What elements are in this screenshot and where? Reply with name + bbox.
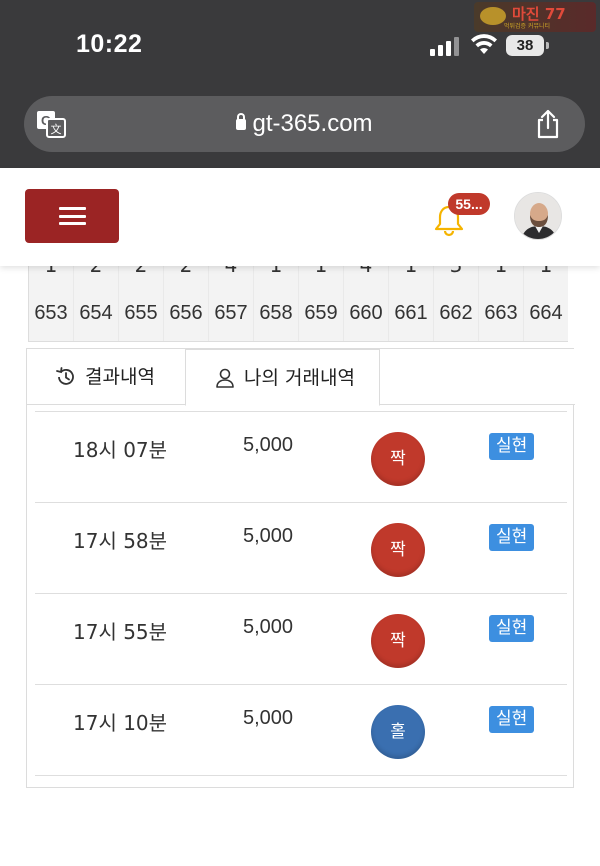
transaction-row: 17시 55분 5,000 짝 실현 — [35, 593, 567, 684]
row-time: 17시 58분 — [73, 529, 168, 553]
transaction-row: 17시 58분 5,000 짝 실현 — [35, 502, 567, 593]
number-column: 1659 — [299, 253, 343, 341]
transaction-row: 17시 10분 5,000 홀 실현 — [35, 684, 567, 775]
lock-icon — [236, 113, 247, 130]
pick-ball: 짝 — [371, 523, 425, 577]
number-column: 1663 — [479, 253, 523, 341]
number-column: 2654 — [74, 253, 118, 341]
tab-my-transactions[interactable]: 나의 거래내역 — [185, 349, 380, 406]
address-bar[interactable]: G 文 gt-365.com — [24, 96, 585, 152]
pick-ball: 홀 — [371, 705, 425, 759]
watermark-logo: 마진 77 먹튀검증 커뮤니티 — [474, 2, 596, 32]
tab-my-transactions-label: 나의 거래내역 — [244, 367, 355, 389]
row-amount: 5,000 — [243, 707, 294, 729]
row-time: 17시 55분 — [73, 620, 168, 644]
user-icon — [216, 368, 234, 388]
battery-indicator: 38 — [506, 35, 549, 56]
history-panel: 결과내역 나의 거래내역 18시 07분 5,000 짝 실현 17시 58분 … — [26, 348, 575, 788]
number-column: 4660 — [344, 253, 388, 341]
notification-badge[interactable]: 55... — [448, 193, 490, 215]
pick-ball: 짝 — [371, 614, 425, 668]
number-column: 2656 — [164, 253, 208, 341]
browser-toolbar: G 文 gt-365.com — [0, 86, 600, 168]
menu-button[interactable] — [25, 189, 119, 243]
number-column: 4657 — [209, 253, 253, 341]
number-column: 3662 — [434, 253, 478, 341]
row-time: 18시 07분 — [73, 438, 168, 462]
number-column: 1653 — [29, 253, 73, 341]
row-amount: 5,000 — [243, 434, 294, 456]
avatar-image — [515, 193, 561, 239]
number-column: 1658 — [254, 253, 298, 341]
row-amount: 5,000 — [243, 616, 294, 638]
watermark-subtitle: 먹튀검증 커뮤니티 — [504, 23, 551, 30]
app-header: 55... — [0, 168, 600, 266]
result-badge: 실현 — [489, 524, 535, 551]
number-column: 2655 — [119, 253, 163, 341]
row-time: 17시 10분 — [73, 711, 168, 735]
tab-results-label: 결과내역 — [85, 366, 155, 388]
number-column: 1664 — [524, 253, 568, 341]
status-bar: 10:22 마진 77 먹튀검증 커뮤니티 38 — [0, 0, 600, 86]
result-badge: 실현 — [489, 433, 535, 460]
tab-results[interactable]: 결과내역 — [27, 349, 185, 405]
number-column: 1661 — [389, 253, 433, 341]
result-badge: 실현 — [489, 615, 535, 642]
cellular-signal-icon — [430, 36, 460, 56]
avatar[interactable] — [514, 192, 562, 240]
url-display[interactable]: gt-365.com — [24, 96, 585, 152]
transaction-row: 18시 07분 5,000 짝 실현 — [35, 411, 567, 502]
result-badge: 실현 — [489, 706, 535, 733]
emblem-icon — [480, 7, 506, 25]
history-icon — [56, 367, 74, 385]
clock-time: 10:22 — [76, 30, 143, 58]
pick-ball: 짝 — [371, 432, 425, 486]
wifi-icon — [471, 34, 497, 54]
row-divider — [35, 775, 567, 866]
tab-bar: 결과내역 나의 거래내역 — [27, 349, 575, 406]
share-icon[interactable] — [534, 109, 562, 139]
row-amount: 5,000 — [243, 525, 294, 547]
